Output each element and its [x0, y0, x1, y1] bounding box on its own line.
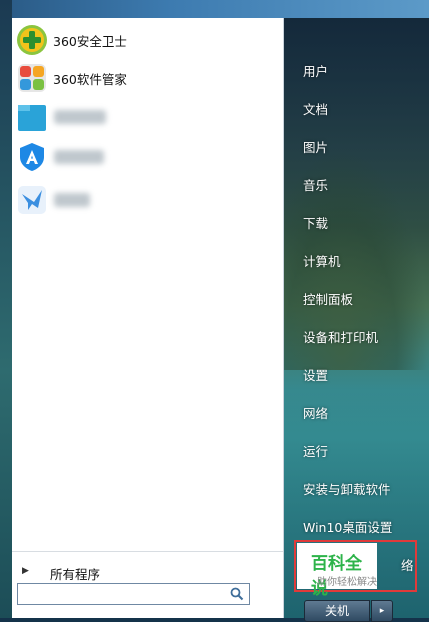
shutdown-options-button[interactable]: ▸	[371, 600, 393, 622]
expand-arrow-icon: ▶	[22, 566, 29, 576]
app-label: 360安全卫士	[53, 33, 127, 49]
menu-item-install-uninstall[interactable]: 安装与卸载软件	[303, 479, 391, 498]
menu-item-network[interactable]: 网络	[303, 403, 328, 422]
app-item-blurred-2[interactable]	[12, 138, 283, 176]
menu-item-control-panel[interactable]: 控制面板	[303, 289, 353, 308]
search-input[interactable]	[22, 585, 226, 605]
watermark-card: 百科全说 助你轻松解决	[297, 543, 377, 599]
start-menu-left-panel: 360安全卫士 360软件管家 ▶ 所有程序	[12, 18, 284, 618]
app-item-360-safe[interactable]: 360安全卫士	[12, 21, 283, 59]
divider	[12, 551, 283, 552]
search-icon[interactable]	[230, 587, 244, 601]
app-item-blurred-3[interactable]	[12, 181, 283, 219]
menu-item-run[interactable]: 运行	[303, 441, 328, 460]
blue-file-icon	[18, 105, 46, 131]
menu-item-settings[interactable]: 设置	[303, 365, 328, 384]
watermark-highlight: 百科全说 助你轻松解决 络	[294, 540, 417, 599]
menu-item-devices-printers[interactable]: 设备和打印机	[303, 327, 378, 346]
desktop-left-edge	[0, 0, 12, 618]
menu-item-music[interactable]: 音乐	[303, 175, 328, 194]
menu-item-computer[interactable]: 计算机	[303, 251, 341, 270]
app-item-360-software-manager[interactable]: 360软件管家	[12, 59, 283, 97]
shutdown-button[interactable]: 关机	[304, 600, 370, 622]
desktop-top-strip	[0, 0, 429, 18]
menu-item-user[interactable]: 用户	[303, 61, 328, 80]
all-programs-label: 所有程序	[50, 567, 101, 582]
blurred-label	[54, 193, 90, 207]
search-box[interactable]	[17, 583, 250, 605]
bird-icon	[18, 186, 46, 214]
all-programs-button[interactable]: ▶ 所有程序	[12, 562, 283, 584]
360-software-manager-icon	[18, 64, 46, 92]
menu-item-win10-desktop-settings[interactable]: Win10桌面设置	[303, 517, 392, 536]
app-label: 360软件管家	[53, 71, 127, 87]
menu-item-partial[interactable]: 络	[401, 555, 414, 574]
blurred-label	[54, 110, 106, 124]
menu-item-documents[interactable]: 文档	[303, 99, 328, 118]
menu-item-pictures[interactable]: 图片	[303, 137, 328, 156]
menu-item-downloads[interactable]: 下载	[303, 213, 328, 232]
app-item-blurred-1[interactable]	[12, 98, 283, 136]
watermark-subtitle: 助你轻松解决	[317, 577, 377, 588]
360-safe-guard-icon	[17, 25, 47, 55]
blurred-label	[54, 150, 104, 164]
shield-a-icon	[20, 143, 44, 171]
